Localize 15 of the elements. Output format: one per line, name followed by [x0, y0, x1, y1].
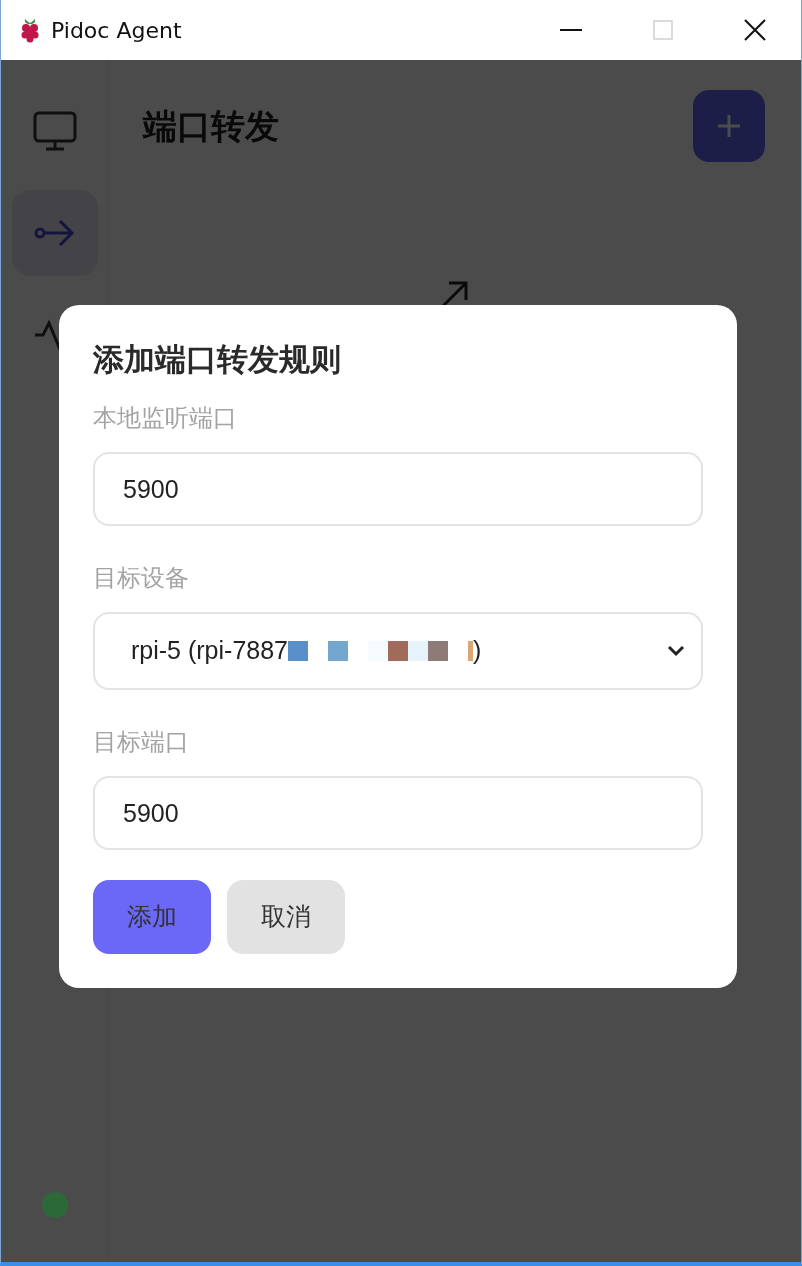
- input-field[interactable]: 5900: [93, 776, 703, 851]
- raspberry-icon: [19, 17, 41, 43]
- field-label: 目标端口: [93, 727, 189, 758]
- cancel-button[interactable]: 取消: [227, 880, 345, 955]
- maximize-icon: [653, 20, 673, 40]
- select-field[interactable]: rpi-5 (rpi-7887 ): [93, 612, 703, 691]
- field-label: 本地监听端口: [93, 403, 237, 434]
- page-title: 端口转发: [143, 105, 279, 147]
- window-title: Pidoc Agent: [51, 16, 182, 45]
- close-icon: [743, 18, 767, 42]
- input-field[interactable]: 5900: [93, 452, 703, 527]
- dialog-title: 添加端口转发规则: [93, 341, 342, 379]
- field-label: 目标设备: [93, 563, 189, 594]
- minimize-icon: [560, 28, 582, 32]
- chevron-down-icon: [667, 645, 685, 658]
